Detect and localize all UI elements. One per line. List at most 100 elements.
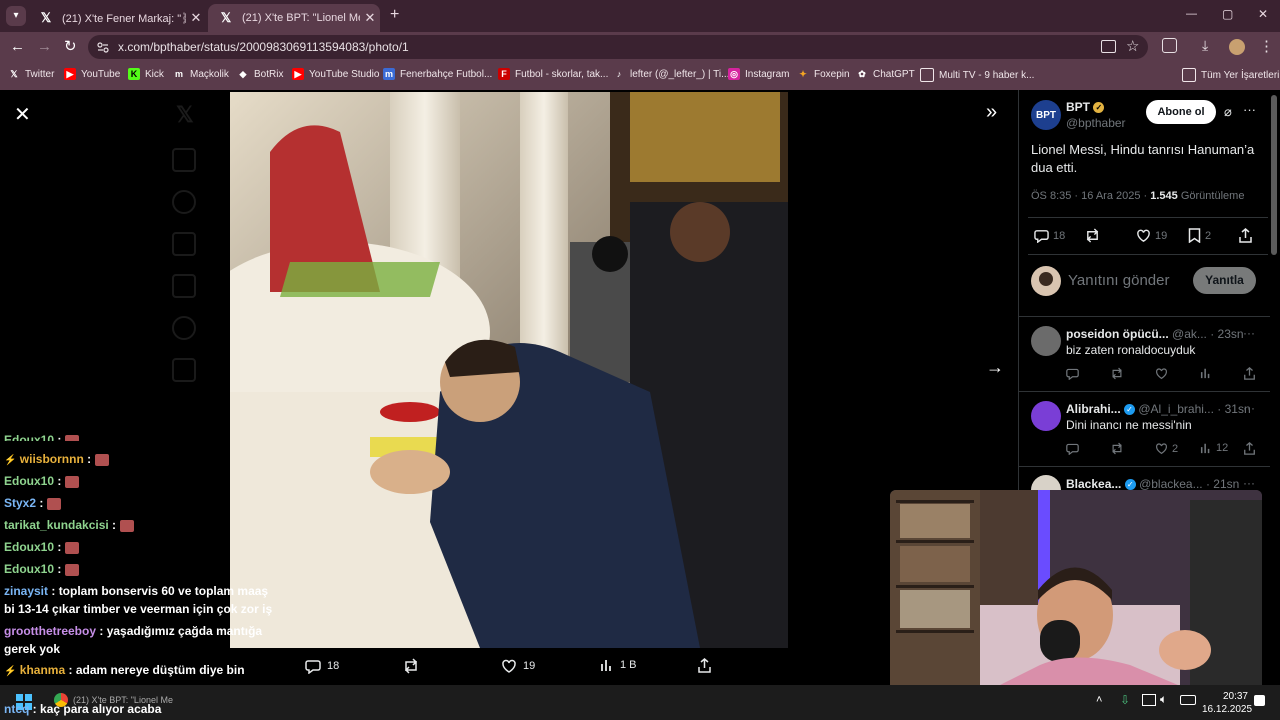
chat-message: grootthetreeboy : yaşadığımız çağda mant… xyxy=(4,624,263,656)
chat-overlay: Edoux10 : ⚡ wiisbornnn : Edoux10 : Styx2… xyxy=(0,430,280,720)
reply-time[interactable]: · 23sn xyxy=(1210,327,1243,341)
reply-more-icon[interactable]: ··· xyxy=(1243,476,1255,490)
viewer-like-button[interactable]: 19 xyxy=(501,658,535,674)
author-name[interactable]: BPT ✓ xyxy=(1066,100,1105,114)
tweet-reply-button[interactable]: 18 xyxy=(1034,228,1065,243)
bookmark-youtube[interactable]: ▶ YouTube xyxy=(64,68,120,80)
reply-avatar[interactable] xyxy=(1031,401,1061,431)
share-icon[interactable] xyxy=(1243,442,1256,455)
downloads-icon[interactable]: ⤓ xyxy=(1202,37,1208,54)
bookmark-mackolik[interactable]: m Maçkolik xyxy=(173,68,229,80)
bookmark-twitter[interactable]: 𝕏 Twitter xyxy=(8,68,54,80)
close-tab-icon[interactable]: ✕ xyxy=(360,10,380,26)
tweet-photo[interactable] xyxy=(230,92,788,648)
bookmark-star-icon[interactable]: ☆ xyxy=(1126,37,1139,55)
bookmark-botrix[interactable]: ◆ BotRix xyxy=(237,68,284,80)
x-logo-icon: 𝕏 xyxy=(176,102,194,127)
tweet-bookmark-button[interactable]: 2 xyxy=(1188,228,1211,243)
tray-network-icon[interactable] xyxy=(1142,694,1156,706)
new-tab-button[interactable]: + xyxy=(390,6,399,24)
author-avatar[interactable]: BPT xyxy=(1031,100,1061,130)
reply-like[interactable]: 2 xyxy=(1155,442,1178,455)
extensions-icon[interactable] xyxy=(1162,38,1177,53)
futbol-icon: F xyxy=(498,68,510,80)
taskbar-clock[interactable]: 20:37 16.12.2025 xyxy=(1202,690,1252,716)
grok-icon[interactable]: ⌀ xyxy=(1224,104,1232,120)
site-info-icon[interactable] xyxy=(97,40,109,53)
expand-sidebar-button[interactable]: » xyxy=(986,101,997,124)
reply-time[interactable]: · 21sn xyxy=(1206,477,1239,491)
profile-avatar[interactable] xyxy=(1229,39,1245,55)
bookmark-kick[interactable]: K Kick xyxy=(128,68,164,80)
reply-name[interactable]: poseidon öpücü... xyxy=(1066,327,1169,341)
kick-icon: K xyxy=(128,68,140,80)
forward-button[interactable]: → xyxy=(37,38,52,55)
reply-name[interactable]: Alibrahi... xyxy=(1066,402,1121,416)
bookmark-futbol[interactable]: F Futbol - skorlar, tak... xyxy=(498,68,608,80)
retweet-icon[interactable] xyxy=(1110,367,1124,380)
bookmark-instagram[interactable]: ◎ Instagram xyxy=(728,68,789,80)
share-icon[interactable] xyxy=(1243,367,1256,380)
reply-more-icon[interactable]: ··· xyxy=(1243,401,1255,415)
viewer-retweet-button[interactable] xyxy=(402,658,426,674)
tray-download-icon[interactable]: ⇩ xyxy=(1120,693,1130,707)
reply-more-icon[interactable]: ··· xyxy=(1243,326,1255,340)
close-window-button[interactable]: ✕ xyxy=(1258,7,1268,21)
tab-bpt[interactable]: 𝕏 (21) X'te BPT: "Lionel Messi, Hindu ✕ xyxy=(208,4,380,32)
bookmark-multitv[interactable]: Multi TV - 9 haber k... xyxy=(920,68,1034,82)
reply-submit-button[interactable]: Yanıtla xyxy=(1193,267,1256,294)
maximize-button[interactable]: ▢ xyxy=(1222,7,1233,21)
viewer-views-button[interactable]: 1 B xyxy=(600,658,637,672)
reply-views-count: 12 xyxy=(1216,442,1229,454)
back-button[interactable]: ← xyxy=(10,38,25,55)
viewer-reply-button[interactable]: 18 xyxy=(305,658,339,674)
bookmark-foxepin[interactable]: ✦ Foxepin xyxy=(797,68,849,80)
youtube-icon: ▶ xyxy=(292,68,304,80)
viewer-share-button[interactable] xyxy=(697,658,718,673)
tweet-share-button[interactable] xyxy=(1238,228,1253,248)
url-text: x.com/bpthaber/status/200098306911359408… xyxy=(118,40,409,54)
reply-handle[interactable]: @blackea... xyxy=(1139,477,1203,491)
close-viewer-button[interactable]: ✕ xyxy=(14,102,31,127)
all-bookmarks[interactable]: Tüm Yer İşaretleri xyxy=(1182,68,1279,82)
x-logo-icon: 𝕏 xyxy=(40,10,52,25)
bookmark-chatgpt[interactable]: ✿ ChatGPT xyxy=(856,68,914,80)
reply-icon[interactable] xyxy=(1066,367,1079,380)
tray-volume-icon[interactable]: 🔈︎ xyxy=(1160,692,1167,707)
bookmark-lefter[interactable]: ♪ lefter (@_lefter_) | Ti... xyxy=(613,68,730,80)
subscribe-button[interactable]: Abone ol xyxy=(1146,100,1216,124)
close-tab-icon[interactable]: ✕ xyxy=(186,10,206,26)
minimize-button[interactable]: — xyxy=(1186,8,1197,20)
stats-divider xyxy=(1028,254,1268,255)
bookmark-youtube-studio[interactable]: ▶ YouTube Studio xyxy=(292,68,379,80)
bookmark-fenerbahce[interactable]: m Fenerbahçe Futbol... xyxy=(383,68,492,80)
views-icon[interactable] xyxy=(1200,367,1212,379)
like-icon[interactable] xyxy=(1155,367,1168,380)
reload-button[interactable]: ↻ xyxy=(64,37,77,55)
tab-fener-markaj[interactable]: 𝕏 (21) X'te Fener Markaj: "⛓ Fener ✕ xyxy=(28,4,206,32)
tiktok-icon: ♪ xyxy=(616,69,622,79)
chat-username: tarikat_kundakcisi xyxy=(4,518,109,532)
reply-avatar[interactable] xyxy=(1031,326,1061,356)
author-handle[interactable]: @bpthaber xyxy=(1066,116,1126,130)
reply-name[interactable]: Blackea... xyxy=(1066,477,1121,491)
tweet-retweet-button[interactable] xyxy=(1084,228,1101,248)
retweet-icon xyxy=(1086,228,1099,243)
reply-icon[interactable] xyxy=(1066,442,1079,455)
tab-search-button[interactable]: ▾ xyxy=(6,6,26,26)
panel-scrollbar[interactable] xyxy=(1271,95,1277,255)
notification-icon[interactable] xyxy=(1254,695,1265,706)
reply-input[interactable]: Yanıtını gönder xyxy=(1068,272,1169,289)
menu-kebab-icon[interactable]: ⋮ xyxy=(1259,37,1274,55)
more-options-icon[interactable]: ··· xyxy=(1243,102,1256,117)
install-app-icon[interactable] xyxy=(1101,40,1116,53)
reply-views[interactable]: 12 xyxy=(1200,442,1228,454)
tray-chevron-icon[interactable]: ˄ xyxy=(1096,694,1102,706)
tweet-like-button[interactable]: 19 xyxy=(1136,228,1167,243)
retweet-icon[interactable] xyxy=(1110,442,1124,455)
reply-count: 18 xyxy=(327,660,340,672)
reply-handle[interactable]: @Al_i_brahi... xyxy=(1138,402,1214,416)
next-photo-button[interactable]: → xyxy=(986,357,1004,378)
tray-battery-icon[interactable] xyxy=(1180,695,1196,705)
reply-handle[interactable]: @ak... xyxy=(1172,327,1207,341)
